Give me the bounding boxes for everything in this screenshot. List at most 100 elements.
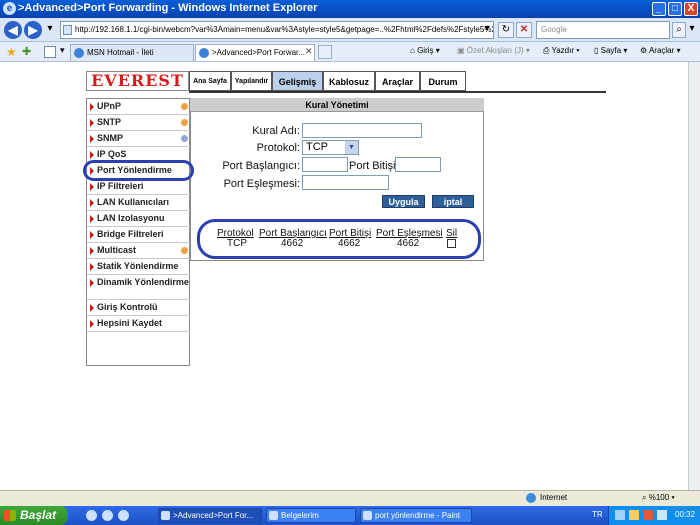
tab-label: MSN Hotmail - İleti bbox=[87, 48, 154, 57]
search-input[interactable]: Google bbox=[536, 21, 670, 39]
mail-quicklaunch-icon[interactable] bbox=[102, 510, 113, 521]
port-map-input[interactable] bbox=[302, 175, 389, 190]
network-icon[interactable] bbox=[615, 510, 625, 520]
chevron-down-icon: ▼ bbox=[345, 141, 358, 154]
paint-icon bbox=[363, 511, 372, 520]
sidebar-item-lan-isolation[interactable]: LAN Izolasyonu bbox=[87, 211, 190, 227]
rule-name-label: Kural Adı: bbox=[252, 125, 300, 137]
sidebar-arrow-icon bbox=[90, 119, 94, 127]
tab-port-forwarding[interactable]: >Advanced>Port Forwar... bbox=[195, 44, 315, 61]
sidebar-arrow-icon bbox=[90, 279, 94, 287]
tab-hotmail[interactable]: MSN Hotmail - İleti bbox=[70, 44, 194, 61]
start-button[interactable]: Başlat bbox=[0, 506, 68, 525]
address-dropdown-icon[interactable]: ▾ bbox=[482, 22, 492, 38]
stop-icon[interactable]: ✕ bbox=[516, 22, 532, 38]
tools-command[interactable]: ⚙ Araçlar ▾ bbox=[640, 46, 681, 55]
sidebar-item-bridge-filters[interactable]: Bridge Filtreleri bbox=[87, 227, 190, 243]
back-arrow-icon[interactable]: ◀ bbox=[4, 21, 22, 39]
menu-home[interactable]: Ana Sayfa bbox=[189, 71, 231, 91]
search-options-icon[interactable]: ▾ bbox=[687, 22, 697, 38]
apply-button[interactable]: Uygula bbox=[382, 195, 425, 208]
taskbar-item-documents[interactable]: Belgelerim bbox=[266, 508, 356, 523]
quick-tabs-icon[interactable] bbox=[44, 46, 56, 58]
favorites-star-icon[interactable]: ★ bbox=[6, 45, 17, 59]
taskbar-item-paint[interactable]: port yönlendirme - Paint bbox=[360, 508, 472, 523]
menu-tools[interactable]: Araçlar bbox=[375, 71, 420, 91]
sidebar-item-label: IP Filtreleri bbox=[97, 181, 144, 191]
feeds-command[interactable]: ▣ Özet Akışları (J) ▾ bbox=[457, 46, 530, 55]
page-label: Sayfa bbox=[600, 46, 622, 55]
taskbar-item-ie[interactable]: >Advanced>Port For... bbox=[158, 508, 262, 523]
new-tab-icon[interactable] bbox=[318, 45, 332, 59]
close-button[interactable]: X bbox=[684, 2, 698, 16]
annotation-circle-sidebar bbox=[83, 160, 194, 181]
sidebar-arrow-icon bbox=[90, 263, 94, 271]
sidebar-item-dynamic-routing[interactable]: Dinamik Yönlendirme bbox=[87, 275, 190, 300]
ie-quicklaunch-icon[interactable] bbox=[86, 510, 97, 521]
media-quicklaunch-icon[interactable] bbox=[118, 510, 129, 521]
add-favorite-icon[interactable]: ✚ bbox=[22, 45, 31, 58]
sidebar-item-snmp[interactable]: SNMP bbox=[87, 131, 190, 147]
cancel-button[interactable]: iptal bbox=[432, 195, 474, 208]
sidebar-item-label: Giriş Kontrolü bbox=[97, 302, 158, 312]
taskbar: Başlat >Advanced>Port For... Belgelerim … bbox=[0, 506, 700, 525]
sidebar-item-save-all[interactable]: Hepsini Kaydet bbox=[87, 316, 190, 332]
sidebar-arrow-icon bbox=[90, 320, 94, 328]
task-label: >Advanced>Port For... bbox=[173, 511, 254, 520]
sidebar-arrow-icon bbox=[90, 199, 94, 207]
sidebar-item-static-routing[interactable]: Statik Yönlendirme bbox=[87, 259, 190, 275]
menu-configure[interactable]: Yapılandır bbox=[231, 71, 272, 91]
port-end-input[interactable] bbox=[395, 157, 441, 172]
tray-app-icon[interactable] bbox=[629, 510, 639, 520]
sidebar-item-lan-users[interactable]: LAN Kullanıcıları bbox=[87, 195, 190, 211]
sidebar-item-access-control[interactable]: Giriş Kontrolü bbox=[87, 300, 190, 316]
sidebar-item-label: UPnP bbox=[97, 101, 122, 111]
forward-arrow-icon[interactable]: ▶ bbox=[24, 21, 42, 39]
menu-wireless[interactable]: Kablosuz bbox=[323, 71, 375, 91]
print-command[interactable]: ⎙ Yazdır ▾ bbox=[543, 46, 580, 56]
clock[interactable]: 00:32 bbox=[675, 510, 695, 519]
print-label: Yazdır bbox=[551, 46, 575, 55]
sidebar-item-multicast[interactable]: Multicast bbox=[87, 243, 190, 259]
home-command[interactable]: ⌂ Giriş ▾ bbox=[410, 46, 440, 55]
page-command[interactable]: ▯ Sayfa ▾ bbox=[594, 46, 627, 55]
security-icon[interactable] bbox=[643, 510, 653, 520]
folder-icon bbox=[269, 511, 278, 520]
page-icon bbox=[63, 25, 72, 35]
sidebar-item-label: SNTP bbox=[97, 117, 122, 127]
sidebar-item-label: Bridge Filtreleri bbox=[97, 229, 164, 239]
address-bar[interactable]: http://192.168.1.1/cgi-bin/webcm?var%3Am… bbox=[60, 21, 494, 39]
vertical-scrollbar[interactable] bbox=[688, 62, 700, 490]
tab-list-dropdown-icon[interactable]: ▾ bbox=[60, 45, 65, 56]
panel-title: Kural Yönetimi bbox=[190, 98, 484, 112]
rule-name-input[interactable] bbox=[302, 123, 422, 138]
sidebar-item-label: Statik Yönlendirme bbox=[97, 261, 179, 271]
menu-status[interactable]: Durum bbox=[420, 71, 466, 91]
minimize-button[interactable]: _ bbox=[652, 2, 666, 16]
port-map-label: Port Eşleşmesi: bbox=[223, 178, 300, 190]
sidebar-item-ip-filters[interactable]: IP Filtreleri bbox=[87, 179, 190, 195]
zone-label: Internet bbox=[540, 493, 568, 502]
status-dot-icon bbox=[181, 135, 188, 142]
home-label: Giriş bbox=[417, 46, 434, 55]
language-indicator[interactable]: TR bbox=[592, 510, 603, 519]
zoom-control[interactable]: ⌕ %100 ▾ bbox=[642, 493, 675, 503]
protocol-select[interactable]: TCP ▼ bbox=[302, 140, 359, 155]
refresh-icon[interactable]: ↻ bbox=[498, 22, 514, 38]
window-title: >Advanced>Port Forwarding - Windows Inte… bbox=[18, 2, 318, 14]
tools-label: Araçlar bbox=[648, 46, 675, 55]
sidebar-arrow-icon bbox=[90, 135, 94, 143]
menu-advanced[interactable]: Gelişmiş bbox=[272, 71, 323, 91]
sidebar-item-sntp[interactable]: SNTP bbox=[87, 115, 190, 131]
history-dropdown-icon[interactable]: ▾ bbox=[44, 22, 56, 38]
volume-icon[interactable] bbox=[657, 510, 667, 520]
search-icon[interactable]: ⌕ bbox=[672, 22, 686, 38]
sidebar-item-upnp[interactable]: UPnP bbox=[87, 99, 190, 115]
tab-close-icon[interactable]: ✕ bbox=[305, 46, 313, 57]
sidebar-arrow-icon bbox=[90, 231, 94, 239]
sidebar-item-label: Dinamik Yönlendirme bbox=[97, 277, 189, 287]
port-start-input[interactable] bbox=[302, 157, 348, 172]
sidebar-arrow-icon bbox=[90, 304, 94, 312]
protocol-value: TCP bbox=[306, 141, 328, 153]
maximize-button[interactable]: □ bbox=[668, 2, 682, 16]
